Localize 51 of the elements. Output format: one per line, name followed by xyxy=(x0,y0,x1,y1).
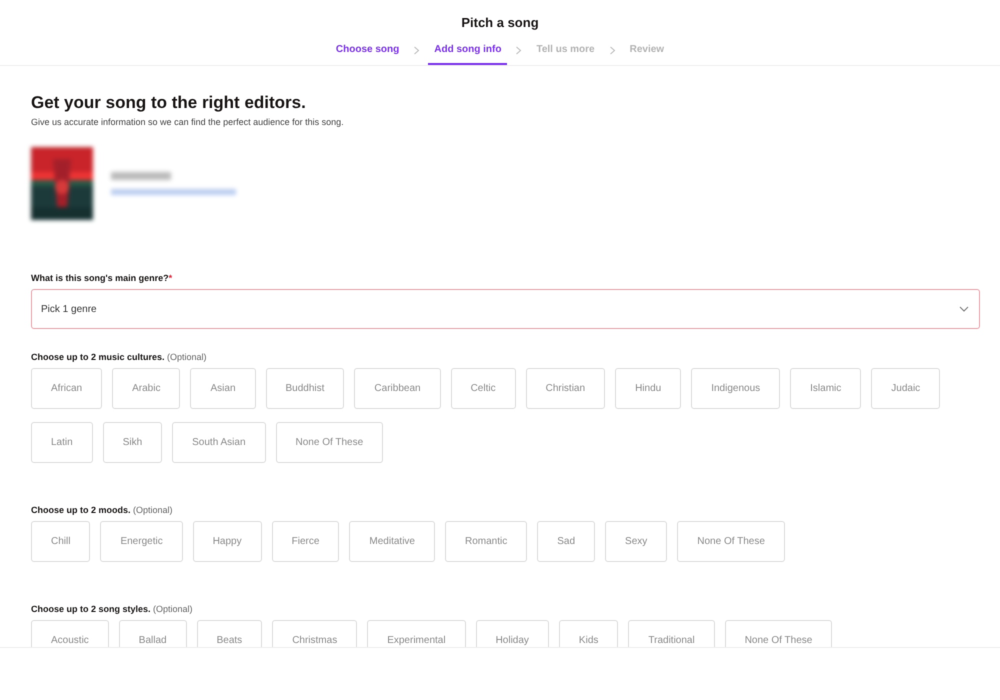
option-chip[interactable]: Romantic xyxy=(444,521,528,562)
page-title: Pitch a song xyxy=(461,15,539,30)
option-chip[interactable]: Celtic xyxy=(450,368,516,409)
option-chip[interactable]: South Asian xyxy=(172,422,266,463)
option-chip[interactable]: Holiday xyxy=(476,620,549,647)
option-chip[interactable]: Meditative xyxy=(349,521,435,562)
dropdown-placeholder: Pick 1 genre xyxy=(41,304,97,314)
step-tab[interactable]: Review xyxy=(624,41,670,65)
page-subtitle: Give us accurate information so we can find the perfect audience for this song. xyxy=(31,117,345,127)
option-chip[interactable]: Sexy xyxy=(605,521,668,562)
option-chip[interactable]: Experimental xyxy=(367,620,466,647)
option-chip[interactable]: None Of These xyxy=(677,521,785,562)
option-chip[interactable]: Christian xyxy=(526,368,606,409)
option-chip[interactable]: Sad xyxy=(537,521,596,562)
option-chip[interactable]: Caribbean xyxy=(354,368,441,409)
option-chip[interactable]: Hindu xyxy=(615,368,682,409)
option-chip[interactable]: Ballad xyxy=(118,620,187,647)
option-chip[interactable]: Fierce xyxy=(272,521,340,562)
option-chip[interactable]: Traditional xyxy=(628,620,715,647)
page-heading: Get your song to the right editors. xyxy=(31,93,307,113)
question-label: Choose up to 2 music cultures. (Optional) xyxy=(31,352,207,362)
chevron-down-icon xyxy=(959,306,969,312)
option-chip[interactable]: Happy xyxy=(192,521,262,562)
option-chip[interactable]: Islamic xyxy=(790,368,862,409)
option-chip[interactable]: Arabic xyxy=(112,368,180,409)
option-chip[interactable]: Christmas xyxy=(272,620,358,647)
chevron-right-icon xyxy=(608,46,616,55)
option-chip[interactable]: Acoustic xyxy=(31,620,109,647)
option-chip[interactable]: Asian xyxy=(190,368,256,409)
genre-dropdown[interactable]: Pick 1 genre xyxy=(31,289,980,329)
question-label: Choose up to 2 moods. (Optional) xyxy=(31,505,173,515)
step-tab[interactable]: Add song info xyxy=(428,41,508,65)
option-chip[interactable]: Buddhist xyxy=(266,368,344,409)
step-tab[interactable]: Tell us more xyxy=(530,41,601,65)
option-chip[interactable]: Energetic xyxy=(100,521,183,562)
option-chip[interactable]: Kids xyxy=(558,620,618,647)
chevron-right-icon xyxy=(413,46,420,55)
question-label: What is this song's main genre?* xyxy=(31,273,172,283)
step-tab[interactable]: Choose song xyxy=(330,41,406,65)
option-chip[interactable]: Latin xyxy=(31,422,93,463)
option-chip[interactable]: None Of These xyxy=(276,422,384,463)
option-chip[interactable]: Chill xyxy=(31,521,90,562)
option-chip[interactable]: African xyxy=(31,368,102,409)
question-label: Choose up to 2 song styles. (Optional) xyxy=(31,604,193,614)
option-chip[interactable]: Beats xyxy=(196,620,262,647)
chevron-right-icon xyxy=(515,46,522,55)
option-chip[interactable]: Judaic xyxy=(871,368,940,409)
option-chip[interactable]: Indigenous xyxy=(691,368,780,409)
option-chip[interactable]: Sikh xyxy=(102,422,162,463)
option-chip[interactable]: None Of These xyxy=(724,620,832,647)
blurred-song-title xyxy=(111,172,171,180)
